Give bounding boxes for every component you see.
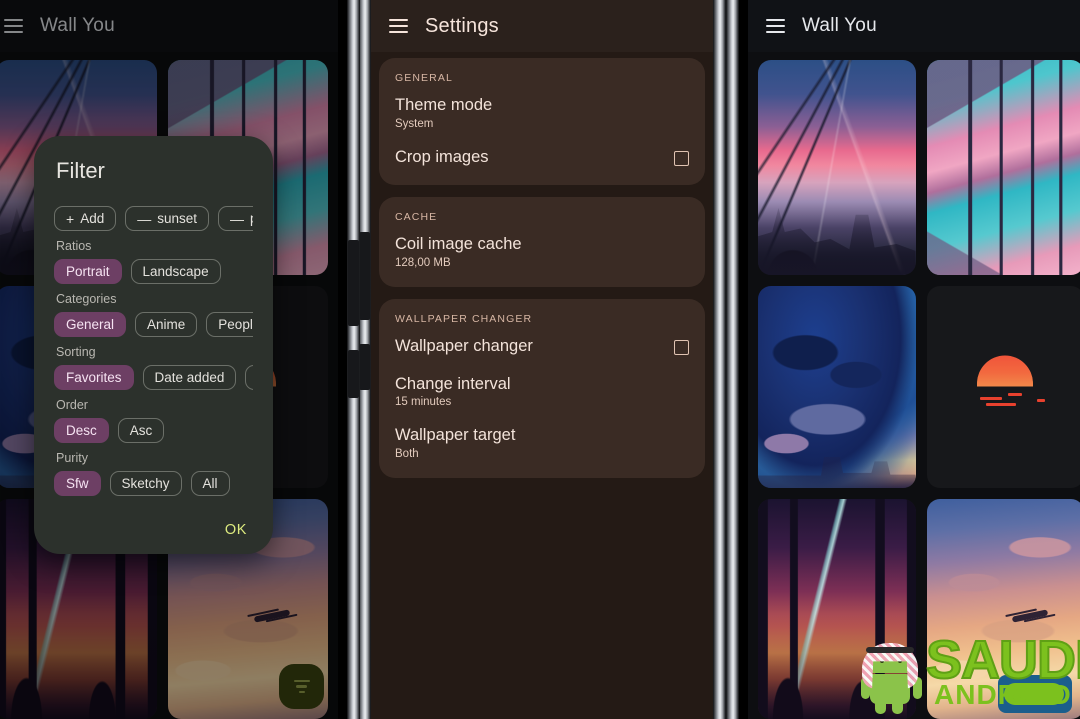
phone-right-bezel-left — [726, 0, 739, 719]
screenshot-stage: Wall You Settings GENERAL Theme mode Sys… — [0, 0, 1080, 719]
group-label-order: Order — [56, 398, 88, 412]
sun-line — [986, 403, 1017, 407]
settings-title: Settings — [425, 14, 499, 37]
option-row-order: Desc Asc — [54, 418, 253, 443]
setting-row-coil-image-cache[interactable]: Coil image cache 128,00 MB — [395, 234, 689, 269]
option-row-ratios: Portrait Landscape — [54, 259, 253, 284]
page-title: Wall You — [802, 15, 877, 36]
saudi-android-watermark: SAUDI ANDROID — [848, 629, 1080, 717]
wallpaper-tile-powerlines-sunset[interactable] — [758, 60, 916, 275]
sun-shape-icon — [977, 355, 1034, 387]
option-chip-desc[interactable]: Desc — [54, 418, 109, 443]
plus-icon: + — [66, 210, 75, 227]
setting-subtitle: System — [395, 117, 434, 130]
setting-row-wallpaper-changer[interactable]: Wallpaper changer — [395, 336, 689, 357]
setting-title: Change interval — [395, 374, 511, 393]
settings-section-wallpaper-changer: WALLPAPER CHANGER Wallpaper changer Chan… — [379, 298, 705, 478]
dialog-actions: OK — [54, 522, 253, 538]
filter-dialog: Filter + Add — sunset — portr — [34, 136, 273, 554]
wallpaper-grid-right — [748, 52, 1080, 719]
ok-button[interactable]: OK — [225, 522, 247, 538]
option-chip-asc[interactable]: Asc — [117, 418, 165, 443]
phone-left-screen: Wall You Filter + Add — sunset — Ratios … — [0, 0, 338, 719]
setting-row-wallpaper-target[interactable]: Wallpaper target Both — [395, 425, 689, 460]
keffiyeh-band — [866, 647, 914, 653]
option-chip-anime[interactable]: Anime — [135, 312, 198, 337]
chip-label: Add — [80, 211, 105, 226]
option-chip-general[interactable]: General — [54, 312, 127, 337]
option-chip-relevance[interactable]: Rele — [245, 365, 253, 390]
setting-title: Theme mode — [395, 96, 493, 114]
tag-chip-portrait[interactable]: — portr — [218, 206, 253, 231]
option-chip-sketchy[interactable]: Sketchy — [109, 471, 182, 496]
setting-title: Coil image cache — [395, 235, 522, 254]
wallpaper-tile-red-sun-minimal[interactable] — [926, 286, 1080, 488]
section-label: GENERAL — [395, 72, 453, 84]
setting-title: Wallpaper target — [395, 426, 516, 445]
option-chip-sfw[interactable]: Sfw — [54, 471, 101, 496]
setting-row-crop-images[interactable]: Crop images — [395, 147, 689, 168]
power-button[interactable] — [348, 350, 359, 398]
minus-icon: — — [137, 210, 152, 227]
mascot-leg-right — [892, 701, 903, 714]
setting-row-change-interval[interactable]: Change interval 15 minutes — [395, 374, 689, 409]
watermark-line2: ANDROID — [934, 679, 1072, 710]
section-label: WALLPAPER CHANGER — [395, 312, 533, 325]
chip-label: sunset — [157, 211, 197, 226]
sun-line — [1036, 399, 1045, 403]
sun-line — [1008, 393, 1023, 397]
mascot-body — [870, 674, 910, 704]
phone-left: Wall You Filter + Add — sunset — Ratios … — [0, 0, 360, 719]
appbar-settings: Settings — [371, 0, 713, 52]
phone-right-screen: Wall You — [748, 0, 1080, 719]
wallpaper-changer-checkbox[interactable] — [674, 339, 689, 355]
wallpaper-tile-teal-palms[interactable] — [926, 60, 1080, 275]
wallpaper-tile-blue-clouds-city[interactable] — [758, 286, 916, 488]
hamburger-menu-icon[interactable] — [766, 19, 785, 33]
section-label: CACHE — [395, 211, 438, 224]
mascot-leg-left — [875, 701, 886, 714]
group-label-categories: Categories — [56, 292, 117, 306]
settings-list: GENERAL Theme mode System Crop images CA… — [371, 52, 713, 719]
phone-middle-bezel-right — [713, 0, 726, 719]
option-chip-people[interactable]: People — [206, 312, 253, 337]
setting-subtitle: Both — [395, 447, 419, 460]
setting-row-theme-mode[interactable]: Theme mode System — [395, 95, 689, 130]
sun-line — [980, 397, 1003, 401]
option-chip-landscape[interactable]: Landscape — [130, 259, 221, 284]
setting-subtitle: 128,00 MB — [395, 256, 451, 269]
setting-title: Crop images — [395, 147, 489, 166]
setting-subtitle: 15 minutes — [395, 396, 452, 409]
tag-chip-sunset[interactable]: — sunset — [125, 206, 209, 231]
chip-label: portr — [250, 211, 253, 226]
filter-dialog-title: Filter — [56, 158, 105, 183]
tag-chip-row: + Add — sunset — portr — [54, 206, 253, 231]
option-chip-portrait[interactable]: Portrait — [54, 259, 122, 284]
power-button[interactable] — [359, 344, 370, 390]
option-chip-favorites[interactable]: Favorites — [54, 365, 134, 390]
volume-button[interactable] — [348, 240, 359, 326]
crop-images-checkbox[interactable] — [674, 150, 689, 166]
appbar-right: Wall You — [748, 0, 1080, 52]
android-mascot-icon — [856, 639, 928, 715]
option-row-categories: General Anime People — [54, 312, 253, 337]
volume-button[interactable] — [359, 232, 370, 320]
option-chip-all[interactable]: All — [190, 471, 230, 496]
group-label-purity: Purity — [56, 451, 88, 465]
option-row-purity: Sfw Sketchy All — [54, 471, 253, 496]
group-label-ratios: Ratios — [56, 239, 92, 253]
setting-title: Wallpaper changer — [395, 336, 533, 355]
phone-left-bezel-right — [347, 0, 360, 719]
group-label-sorting: Sorting — [56, 345, 96, 359]
option-row-sorting: Favorites Date added Rele — [54, 365, 253, 390]
add-tag-chip[interactable]: + Add — [54, 206, 117, 231]
settings-section-cache: CACHE Coil image cache 128,00 MB — [379, 197, 705, 287]
option-chip-date-added[interactable]: Date added — [142, 365, 237, 390]
phone-right: Wall You — [726, 0, 1080, 719]
minus-icon: — — [230, 210, 244, 227]
settings-section-general: GENERAL Theme mode System Crop images — [379, 58, 705, 186]
hamburger-menu-icon[interactable] — [389, 19, 408, 33]
phone-middle-screen: Settings GENERAL Theme mode System Crop … — [371, 0, 713, 719]
phone-middle: Settings GENERAL Theme mode System Crop … — [358, 0, 726, 719]
